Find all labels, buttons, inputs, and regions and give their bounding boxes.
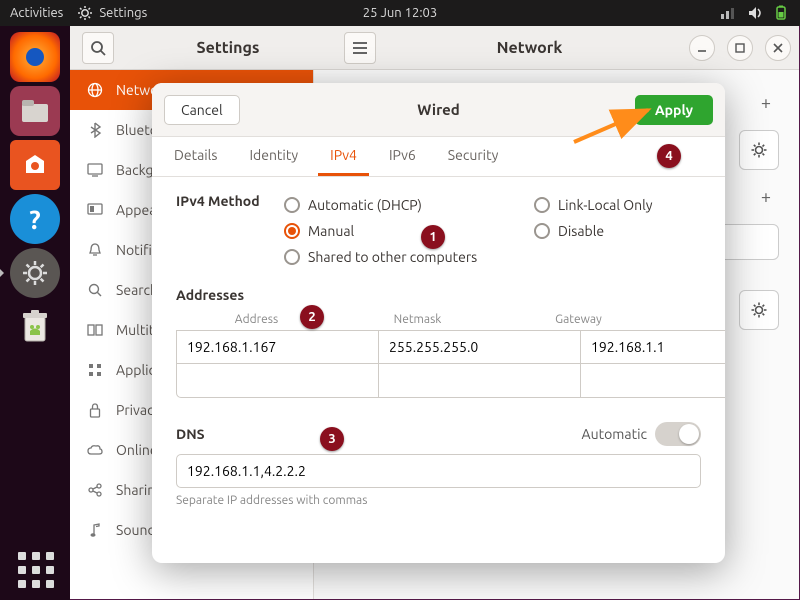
radio-icon — [284, 197, 300, 213]
window-titlebar: Settings Network — [70, 26, 799, 70]
radio-shared[interactable]: Shared to other computers — [284, 249, 725, 265]
network-indicator-icon[interactable] — [720, 6, 738, 20]
cloud-icon — [86, 441, 104, 459]
radio-label: Disable — [558, 223, 604, 239]
radio-label: Shared to other computers — [308, 249, 477, 265]
tab-ipv4[interactable]: IPv4 — [318, 137, 369, 176]
gateway-input[interactable] — [581, 364, 725, 398]
topbar-app-label: Settings — [99, 6, 147, 20]
netmask-input[interactable] — [379, 330, 581, 364]
gear-icon — [750, 141, 768, 159]
window-close-button[interactable] — [765, 35, 791, 61]
note-icon — [86, 521, 104, 539]
dns-automatic-label: Automatic — [582, 426, 647, 442]
radio-icon — [284, 249, 300, 265]
address-row — [176, 364, 701, 398]
connection-settings-button[interactable] — [739, 130, 779, 170]
battery-indicator-icon[interactable] — [774, 5, 788, 21]
search-button[interactable] — [82, 32, 114, 64]
share-icon — [86, 481, 104, 499]
dock-trash[interactable] — [10, 302, 60, 352]
close-icon — [772, 42, 784, 54]
address-input[interactable] — [176, 330, 379, 364]
ipv4-method-label: IPv4 Method — [176, 193, 260, 209]
address-input[interactable] — [176, 364, 379, 398]
connection-settings-button-2[interactable] — [739, 290, 779, 330]
radio-link-local-only[interactable]: Link-Local Only — [534, 197, 725, 213]
radio-icon — [284, 223, 300, 239]
dock-settings[interactable] — [10, 248, 60, 298]
dns-servers-input[interactable] — [176, 454, 701, 488]
radio-disable[interactable]: Disable — [534, 223, 725, 239]
dialog-header: Cancel Wired Apply — [152, 83, 725, 137]
lock-icon — [86, 401, 104, 419]
desktop-icon — [86, 161, 104, 179]
tab-security[interactable]: Security — [436, 137, 511, 176]
dock-help[interactable]: ? — [10, 194, 60, 244]
dns-automatic-toggle[interactable] — [655, 422, 701, 446]
dialog-title: Wired — [417, 101, 460, 118]
bell-icon — [86, 241, 104, 259]
maximize-icon — [734, 42, 746, 54]
ubuntu-dock: ? — [0, 26, 70, 600]
globe-icon — [86, 81, 104, 99]
gear-icon — [77, 5, 93, 21]
tab-ipv6[interactable]: IPv6 — [377, 137, 428, 176]
tab-identity[interactable]: Identity — [237, 137, 310, 176]
add-connection-button[interactable]: + — [753, 90, 779, 116]
minimize-icon — [696, 42, 708, 54]
annotation-badge-2: 2 — [300, 305, 324, 329]
gnome-topbar: Activities Settings 25 Jun 12:03 — [0, 0, 800, 26]
bluetooth-icon — [86, 121, 104, 139]
radio-icon — [534, 223, 550, 239]
hamburger-menu-button[interactable] — [344, 32, 376, 64]
annotation-badge-1: 1 — [421, 225, 445, 249]
dialog-tabs: Details Identity IPv4 IPv6 Security — [152, 137, 725, 177]
addresses-label: Addresses — [176, 287, 701, 303]
radio-label: Automatic (DHCP) — [308, 197, 422, 213]
dock-files[interactable] — [10, 86, 60, 136]
add-connection-button-2[interactable]: + — [753, 184, 779, 210]
cancel-button[interactable]: Cancel — [164, 95, 240, 125]
gear-icon — [750, 301, 768, 319]
sidebar-title: Settings — [148, 39, 308, 57]
dock-firefox[interactable] — [10, 32, 60, 82]
gateway-input[interactable] — [581, 330, 725, 364]
grid-icon — [86, 361, 104, 379]
address-row — [176, 330, 701, 364]
annotation-badge-3: 3 — [320, 427, 344, 451]
hamburger-icon — [352, 41, 368, 55]
radio-label: Manual — [308, 223, 354, 239]
dns-hint: Separate IP addresses with commas — [176, 494, 701, 507]
window-maximize-button[interactable] — [727, 35, 753, 61]
dock-running-indicator-icon — [0, 267, 4, 279]
radio-icon — [534, 197, 550, 213]
search-icon — [86, 281, 104, 299]
search-icon — [90, 40, 106, 56]
radio-manual[interactable]: Manual — [284, 223, 534, 239]
sidebar-item-label: Sound — [116, 522, 156, 538]
tab-details[interactable]: Details — [162, 137, 229, 176]
netmask-input[interactable] — [379, 364, 581, 398]
radio-automatic-dhcp[interactable]: Automatic (DHCP) — [284, 197, 534, 213]
workspace-icon — [86, 321, 104, 339]
apply-button[interactable]: Apply — [635, 95, 713, 125]
column-header-gateway: Gateway — [498, 313, 659, 326]
show-applications-button[interactable] — [18, 552, 54, 588]
topbar-app-menu[interactable]: Settings — [77, 5, 147, 21]
dock-software[interactable] — [10, 140, 60, 190]
page-title: Network — [390, 39, 669, 57]
volume-indicator-icon[interactable] — [748, 6, 764, 20]
appearance-icon — [86, 201, 104, 219]
wired-settings-dialog: Cancel Wired Apply Details Identity IPv4… — [152, 83, 725, 563]
radio-label: Link-Local Only — [558, 197, 653, 213]
annotation-badge-4: 4 — [657, 144, 681, 168]
window-minimize-button[interactable] — [689, 35, 715, 61]
dns-label: DNS — [176, 426, 205, 442]
activities-button[interactable]: Activities — [10, 5, 63, 21]
column-header-netmask: Netmask — [337, 313, 498, 326]
topbar-datetime[interactable]: 25 Jun 12:03 — [363, 6, 437, 20]
